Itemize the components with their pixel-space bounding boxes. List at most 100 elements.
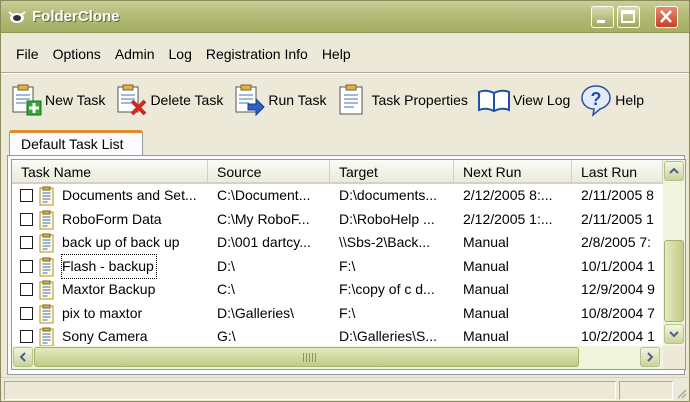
task-properties-label: Task Properties xyxy=(371,92,468,108)
table-row[interactable]: back up of back up D:\001 dartcy... \\Sbs-… xyxy=(12,231,663,254)
cell-next-run: Manual xyxy=(463,281,509,297)
list-header: Task Name Source Target Next Run Last Ru… xyxy=(12,160,663,184)
cell-target: D:\documents... xyxy=(339,187,438,203)
menu-registration-info[interactable]: Registration Info xyxy=(199,44,315,64)
title-bar[interactable]: FolderClone xyxy=(1,1,689,33)
task-properties-button[interactable]: Task Properties xyxy=(335,82,468,118)
task-checkbox[interactable] xyxy=(20,330,33,343)
tab-label: Default Task List xyxy=(21,136,124,152)
menu-admin[interactable]: Admin xyxy=(108,44,162,64)
scroll-down-button[interactable] xyxy=(664,324,684,344)
svg-text:?: ? xyxy=(591,89,602,109)
vertical-scroll-thumb[interactable] xyxy=(664,240,684,322)
minimize-button[interactable] xyxy=(591,6,614,28)
cell-last-run: 2/11/2005 8 xyxy=(581,187,654,203)
help-label: Help xyxy=(615,92,645,108)
column-header-source[interactable]: Source xyxy=(208,160,330,184)
column-header-task-name[interactable]: Task Name xyxy=(12,160,208,184)
cell-last-run: 12/9/2004 9 xyxy=(581,281,655,297)
toolbar: New Task Delete Task Run Task Task Prope… xyxy=(9,82,653,118)
scroll-up-button[interactable] xyxy=(664,161,684,181)
scroll-left-button[interactable] xyxy=(13,347,33,367)
horizontal-scrollbar[interactable] xyxy=(12,346,663,369)
new-task-icon xyxy=(12,84,42,116)
menu-bar: File Options Admin Log Registration Info… xyxy=(9,44,358,64)
help-icon: ? xyxy=(581,85,612,117)
menu-file[interactable]: File xyxy=(9,44,46,64)
cell-next-run: Manual xyxy=(463,257,509,274)
table-row[interactable]: pix to maxtor D:\Galleries\ F:\ Manual 10/8/… xyxy=(12,302,663,325)
cell-last-run: 2/8/2005 7: xyxy=(581,234,652,250)
tab-default-task-list[interactable]: Default Task List xyxy=(9,130,143,156)
cell-target: F:\copy of c d... xyxy=(339,281,435,297)
task-clipboard-icon xyxy=(39,210,54,229)
column-header-next-run[interactable]: Next Run xyxy=(454,160,572,184)
menu-options[interactable]: Options xyxy=(46,44,108,64)
task-checkbox[interactable] xyxy=(20,189,33,202)
status-bar xyxy=(1,377,689,401)
cell-source: C:\My RoboF... xyxy=(217,210,310,227)
cell-source: C:\Document... xyxy=(217,187,311,203)
help-button[interactable]: ? Help xyxy=(579,82,644,118)
cell-source: D:\ xyxy=(217,257,235,274)
menu-log[interactable]: Log xyxy=(162,44,199,64)
cell-name: back up of back up xyxy=(62,234,180,250)
cell-name: Sony Camera xyxy=(62,328,148,344)
cell-source: D:\001 dartcy... xyxy=(217,234,311,250)
cell-target: D:\RoboHelp ... xyxy=(339,210,435,227)
table-row[interactable]: Maxtor Backup C:\ F:\copy of c d... Manual 1… xyxy=(12,278,663,301)
cell-next-run: Manual xyxy=(463,234,509,250)
window-title: FolderClone xyxy=(32,8,120,25)
cell-next-run: 2/12/2005 1:... xyxy=(463,210,553,227)
table-row[interactable]: Documents and Set... C:\Document... D:\doc… xyxy=(12,184,663,207)
scroll-grip xyxy=(303,353,317,362)
cell-target: D:\Galleries\S... xyxy=(339,328,438,344)
delete-task-label: Delete Task xyxy=(150,92,224,108)
cell-source: C:\ xyxy=(217,281,235,297)
new-task-label: New Task xyxy=(45,92,106,108)
vertical-scrollbar[interactable] xyxy=(663,160,685,346)
cell-next-run: Manual xyxy=(463,304,509,321)
task-properties-icon xyxy=(339,84,363,115)
menu-help[interactable]: Help xyxy=(315,44,358,64)
task-clipboard-icon xyxy=(39,233,54,253)
view-log-icon xyxy=(477,89,510,113)
run-task-button[interactable]: Run Task xyxy=(232,82,326,118)
cell-target: F:\ xyxy=(339,257,356,274)
horizontal-scroll-thumb[interactable] xyxy=(34,347,579,367)
task-clipboard-icon xyxy=(39,304,54,323)
task-checkbox[interactable] xyxy=(20,212,33,226)
task-checkbox[interactable] xyxy=(20,259,33,273)
cell-last-run: 2/11/2005 1 xyxy=(581,210,654,227)
column-header-target[interactable]: Target xyxy=(330,160,454,184)
task-clipboard-icon xyxy=(39,257,54,276)
task-list[interactable]: Task Name Source Target Next Run Last Ru… xyxy=(11,159,686,370)
cell-last-run: 10/2/2004 1 xyxy=(581,328,655,344)
new-task-button[interactable]: New Task xyxy=(9,82,105,118)
table-row[interactable]: Sony Camera G:\ D:\Galleries\S... Manual 10/… xyxy=(12,325,663,348)
table-row[interactable]: Flash - backup D:\ F:\ Manual 10/1/2004 1 xyxy=(12,253,663,279)
task-clipboard-icon xyxy=(39,327,54,347)
close-button[interactable] xyxy=(655,6,678,28)
resize-grip-icon[interactable] xyxy=(675,387,687,399)
cell-name: Maxtor Backup xyxy=(62,281,156,297)
task-clipboard-icon xyxy=(39,186,54,206)
task-checkbox[interactable] xyxy=(20,283,33,296)
column-header-last-run[interactable]: Last Run xyxy=(572,160,663,184)
task-checkbox[interactable] xyxy=(20,306,33,320)
task-checkbox[interactable] xyxy=(20,236,33,249)
delete-task-button[interactable]: Delete Task xyxy=(114,82,223,118)
table-row[interactable]: RoboForm Data C:\My RoboF... D:\RoboHelp .… xyxy=(12,208,663,231)
run-task-label: Run Task xyxy=(268,92,327,108)
cell-name: pix to maxtor xyxy=(62,304,143,321)
cell-target: F:\ xyxy=(339,304,356,321)
maximize-button[interactable] xyxy=(617,6,640,28)
cell-source: D:\Galleries\ xyxy=(217,304,295,321)
cell-last-run: 10/8/2004 7 xyxy=(581,304,655,321)
view-log-button[interactable]: View Log xyxy=(477,82,570,118)
view-log-label: View Log xyxy=(512,92,571,108)
status-pane-right xyxy=(619,381,673,400)
scroll-right-button[interactable] xyxy=(640,347,660,367)
scroll-corner xyxy=(663,346,685,369)
delete-task-icon xyxy=(117,84,147,116)
